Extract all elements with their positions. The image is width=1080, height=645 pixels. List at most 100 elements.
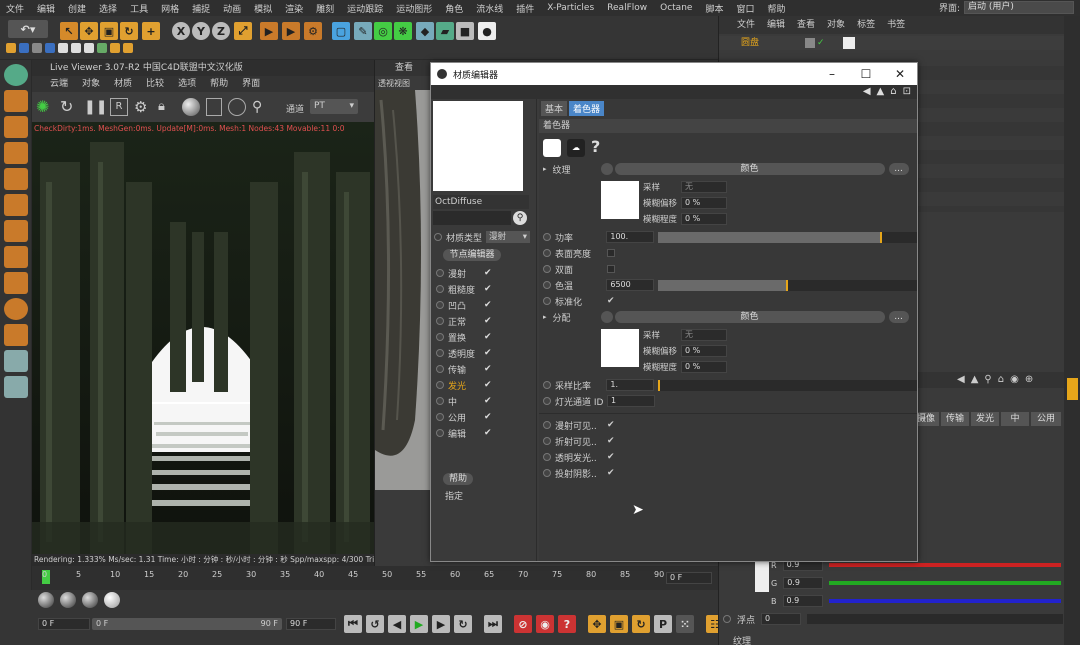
emission-texture-icon[interactable]: ☁	[567, 139, 585, 157]
float-value[interactable]: 0	[761, 613, 802, 625]
tab-medium[interactable]: 中	[1001, 412, 1029, 426]
power-slider[interactable]	[657, 231, 917, 243]
toggle-icon[interactable]	[19, 43, 29, 53]
sample-rate-field[interactable]: 1.	[606, 379, 654, 391]
material-thumb[interactable]	[60, 592, 76, 608]
back-icon[interactable]: ◀	[863, 86, 871, 97]
new-panel-icon[interactable]: ⊕	[1025, 374, 1033, 385]
menu-script[interactable]: 脚本	[705, 2, 723, 15]
tab-shader[interactable]: 着色器	[569, 101, 605, 116]
menu-snap[interactable]: 捕捉	[192, 2, 210, 15]
visibility-checkbox[interactable]: ✔	[607, 420, 615, 430]
rotate-tool-icon[interactable]: ↻	[120, 22, 138, 40]
toggle-icon[interactable]	[32, 43, 42, 53]
lv-menu-objects[interactable]: 对象	[82, 76, 100, 92]
up-icon[interactable]: ▲	[971, 374, 979, 385]
coordinate-system-icon[interactable]: ⤢	[234, 22, 252, 40]
subdivision-icon[interactable]: ◎	[374, 22, 392, 40]
temperature-slider[interactable]	[657, 279, 917, 291]
axis-mode-icon[interactable]	[4, 246, 28, 268]
material-tag-icon[interactable]	[843, 37, 855, 49]
channel-checkbox[interactable]: ✔	[484, 396, 494, 406]
lv-menu-interface[interactable]: 界面	[242, 76, 260, 92]
menu-realflow[interactable]: RealFlow	[607, 3, 647, 13]
visibility-radio[interactable]	[543, 469, 551, 477]
goto-end-icon[interactable]: ⏭	[484, 615, 502, 633]
power-radio[interactable]	[543, 233, 551, 241]
select-tool-icon[interactable]: ↖	[60, 22, 78, 40]
channel-radio[interactable]	[436, 333, 444, 341]
distribution-color-button[interactable]: 颜色	[614, 311, 885, 323]
normalize-checkmark-icon[interactable]: ✔	[607, 296, 615, 306]
edges-mode-icon[interactable]	[4, 194, 28, 216]
settings-icon[interactable]: ◉	[1010, 374, 1019, 385]
channel-item[interactable]: 发光 ✔	[433, 377, 533, 393]
material-preview[interactable]	[433, 101, 523, 191]
back-icon[interactable]: ◀	[957, 374, 965, 385]
key-scale-icon[interactable]: ▣	[610, 615, 628, 633]
current-frame-field[interactable]: 0 F	[666, 572, 712, 584]
up-icon[interactable]: ▲	[877, 86, 885, 97]
key-rotation-icon[interactable]: ↻	[632, 615, 650, 633]
light-icon[interactable]: ●	[478, 22, 496, 40]
channel-item[interactable]: 凹凸 ✔	[433, 297, 533, 313]
channel-radio[interactable]	[436, 317, 444, 325]
channel-dropdown[interactable]: PT ▾	[310, 99, 358, 114]
toggle-icon[interactable]	[110, 43, 120, 53]
texture-dot-icon[interactable]	[600, 163, 613, 175]
lock-grid-icon[interactable]	[4, 350, 28, 372]
key-param-icon[interactable]: P	[654, 615, 672, 633]
tweak-icon[interactable]	[4, 272, 28, 294]
temperature-radio[interactable]	[543, 281, 551, 289]
surface-brightness-radio[interactable]	[543, 249, 551, 257]
emission-blackbody-icon[interactable]	[543, 139, 561, 157]
visibility-radio[interactable]	[543, 453, 551, 461]
clay-mode-icon[interactable]	[206, 98, 222, 116]
channel-item[interactable]: 置换 ✔	[433, 329, 533, 345]
channel-checkbox[interactable]: ✔	[484, 412, 494, 422]
toggle-icon[interactable]	[45, 43, 55, 53]
blur-scale-field[interactable]: 0 %	[681, 213, 727, 225]
menu-animate[interactable]: 动画	[223, 2, 241, 15]
channel-radio[interactable]	[436, 301, 444, 309]
workplane-icon[interactable]	[4, 142, 28, 164]
light-pass-field[interactable]: 1	[607, 395, 655, 407]
add-tool-icon[interactable]: +	[142, 22, 160, 40]
y-axis-icon[interactable]: Y	[192, 22, 210, 40]
menu-help[interactable]: 帮助	[767, 2, 785, 15]
octane-icon[interactable]: ✺	[36, 98, 54, 116]
menu-character[interactable]: 角色	[445, 2, 463, 15]
region-render-icon[interactable]: R	[110, 98, 128, 116]
sampling-dropdown[interactable]: 无	[681, 329, 727, 341]
menu-mesh[interactable]: 网格	[161, 2, 179, 15]
material-name-field[interactable]: OctDiffuse	[433, 195, 529, 209]
prev-key-icon[interactable]: ↺	[366, 615, 384, 633]
toggle-icon[interactable]	[84, 43, 94, 53]
lv-menu-options[interactable]: 选项	[178, 76, 196, 92]
float-radio[interactable]	[723, 615, 731, 623]
menu-tools[interactable]: 工具	[130, 2, 148, 15]
menu-create[interactable]: 创建	[68, 2, 86, 15]
end-frame-field[interactable]: 90 F	[286, 618, 336, 630]
toggle-icon[interactable]	[97, 43, 107, 53]
texture-more-button[interactable]: ...	[888, 163, 909, 175]
channel-checkbox[interactable]: ✔	[484, 268, 494, 278]
sample-rate-slider[interactable]	[657, 379, 917, 391]
normalize-radio[interactable]	[543, 297, 551, 305]
channel-radio[interactable]	[436, 349, 444, 357]
cloner-icon[interactable]: ❋	[394, 22, 412, 40]
window-titlebar[interactable]: 材质编辑器 – ☐ ✕	[431, 63, 917, 85]
menu-sculpt[interactable]: 雕刻	[316, 2, 334, 15]
blur-scale-field[interactable]: 0 %	[681, 361, 727, 373]
texture-color-button[interactable]: 颜色	[614, 163, 885, 175]
om-menu-view[interactable]: 查看	[797, 16, 815, 34]
prev-frame-icon[interactable]: ◀	[388, 615, 406, 633]
pin-icon[interactable]: ⚲	[252, 98, 270, 116]
minimize-icon[interactable]: –	[815, 63, 849, 85]
texture-mode-icon[interactable]	[4, 116, 28, 138]
channel-item[interactable]: 透明度 ✔	[433, 345, 533, 361]
key-pla-icon[interactable]: ⁙	[676, 615, 694, 633]
om-menu-edit[interactable]: 编辑	[767, 16, 785, 34]
channel-checkbox[interactable]: ✔	[484, 380, 494, 390]
blur-offset-field[interactable]: 0 %	[681, 345, 727, 357]
